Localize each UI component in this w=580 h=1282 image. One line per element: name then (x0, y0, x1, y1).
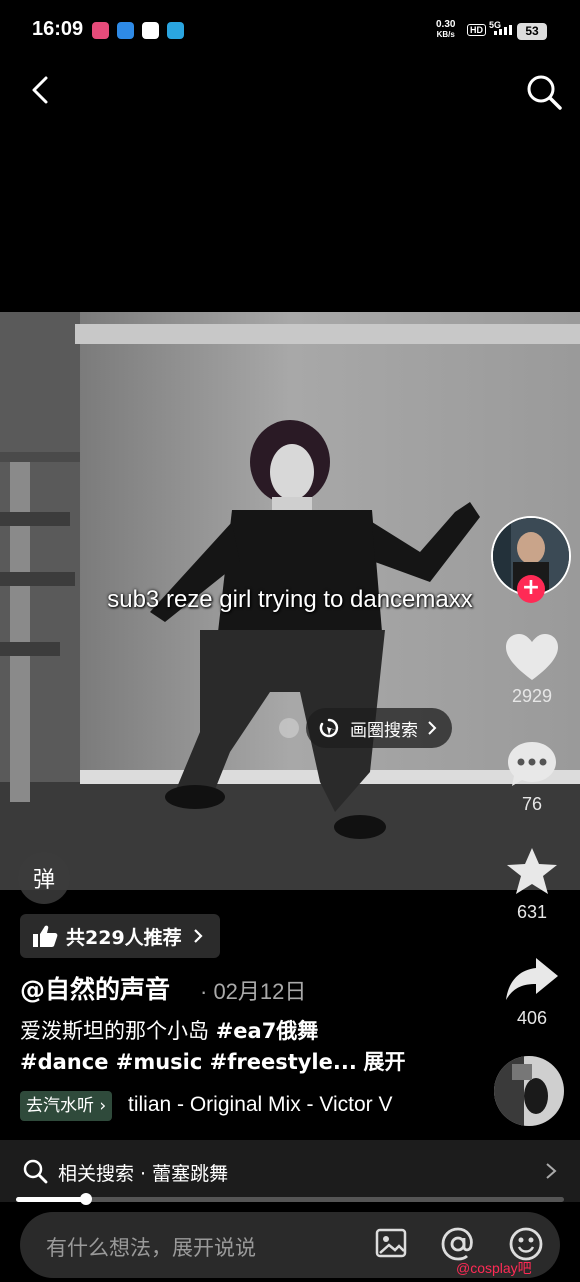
like-count: 2929 (511, 686, 553, 706)
music-disc-image (494, 1056, 564, 1126)
heart-icon (506, 634, 558, 680)
music-app-button[interactable]: 去汽水听 › (20, 1091, 113, 1121)
recommend-button[interactable]: 共229人推荐 (20, 914, 220, 958)
comment-button[interactable] (500, 738, 564, 790)
search-button[interactable] (524, 72, 564, 112)
chevron-right-icon: › (99, 1096, 107, 1116)
description-text: 爱泼斯坦的那个小岛 (20, 1019, 209, 1043)
circle-search-dot-icon (279, 718, 299, 738)
recommend-label: 共229人推荐 (66, 926, 182, 949)
watermark: @cosplay吧 (456, 1260, 532, 1276)
at-mention-icon[interactable] (440, 1226, 476, 1262)
comment-placeholder: 有什么想法，展开说说 (46, 1236, 256, 1260)
danmu-label: 弹 (32, 868, 55, 893)
music-disc[interactable] (494, 1056, 564, 1126)
video-caption: sub3 reze girl trying to dancemaxx (107, 586, 473, 613)
video-progress-track[interactable] (16, 1197, 564, 1202)
circle-search-icon (319, 718, 339, 738)
music-title[interactable]: tilian - Original Mix - Victor V (128, 1093, 436, 1117)
app-notification-icon (92, 22, 109, 39)
follow-button[interactable]: + (517, 575, 545, 603)
chevron-left-icon (32, 76, 48, 104)
hashtag-links[interactable]: #dance #music #freestyle... (20, 1050, 357, 1074)
like-button[interactable] (500, 632, 564, 684)
chevron-right-icon (546, 1163, 557, 1179)
app-notification-icon (142, 22, 159, 39)
comment-count: 76 (521, 794, 543, 814)
video-progress-handle[interactable] (80, 1193, 92, 1205)
music-app-label: 去汽水听 (26, 1096, 94, 1116)
chevron-right-icon (428, 721, 437, 735)
thumbs-up-icon (33, 925, 58, 947)
share-arrow-icon (506, 958, 558, 1000)
share-button[interactable] (500, 954, 564, 1006)
related-search-label: 相关搜索 · 蕾塞跳舞 (58, 1163, 229, 1185)
chevron-right-icon (193, 929, 203, 943)
author-name[interactable]: @自然的声音 (20, 970, 170, 1006)
hd-badge: HD (467, 24, 486, 36)
image-icon[interactable] (374, 1226, 408, 1260)
circle-search-label: 画圈搜索 (350, 720, 418, 741)
favorite-count: 631 (516, 902, 548, 922)
battery-indicator: 53 (517, 23, 547, 40)
danmu-toggle-button[interactable]: 弹 (18, 852, 70, 904)
status-time: 16:09 (32, 18, 84, 40)
star-icon (507, 848, 557, 894)
comment-icon (508, 742, 556, 786)
post-date: · 02月12日 (200, 979, 307, 1004)
video-progress-fill (16, 1197, 86, 1202)
video-description: 爱泼斯坦的那个小岛 #ea7俄舞 #dance #music #freestyl… (20, 1016, 490, 1078)
status-bar (0, 0, 580, 62)
share-count: 406 (516, 1008, 548, 1028)
search-icon (527, 75, 562, 110)
circle-search-button[interactable]: 画圈搜索 (306, 708, 452, 748)
notification-icons (92, 22, 184, 39)
hashtag-link[interactable]: #ea7俄舞 (216, 1019, 319, 1043)
signal-bars-icon (494, 25, 512, 35)
expand-button[interactable]: 展开 (364, 1050, 406, 1074)
emoji-icon[interactable] (508, 1226, 544, 1262)
favorite-button[interactable] (500, 846, 564, 898)
plus-icon: + (521, 575, 541, 600)
back-button[interactable] (24, 72, 60, 108)
app-notification-icon (117, 22, 134, 39)
telegram-icon (167, 22, 184, 39)
search-icon (23, 1159, 48, 1184)
net-speed: 0.30 KB/s (436, 19, 456, 40)
